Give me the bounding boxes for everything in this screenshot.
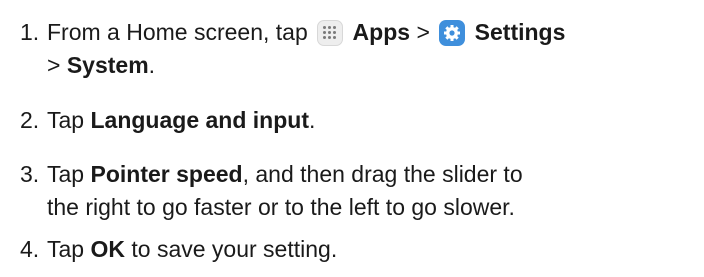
step-number: 3.	[20, 161, 40, 187]
step-text: Tap Language and input.	[47, 107, 316, 133]
step-number: 1.	[20, 19, 40, 45]
step-number: 4.	[20, 236, 40, 262]
step-text: Tap OK to save your setting.	[47, 236, 338, 262]
settings-gear-icon	[439, 20, 466, 46]
ok-label: OK	[90, 236, 125, 262]
step-number: 2.	[20, 107, 40, 133]
language-input-label: Language and input	[90, 107, 309, 133]
settings-label: Settings	[474, 19, 566, 45]
step-text: Tap Pointer speed, and then drag the sli…	[47, 161, 523, 220]
system-label: System	[66, 52, 149, 78]
apps-icon	[317, 20, 344, 46]
apps-label: Apps	[352, 19, 411, 45]
pointer-speed-label: Pointer speed	[90, 161, 243, 187]
step-text: From a Home screen, tap Apps > Settings …	[47, 19, 566, 78]
